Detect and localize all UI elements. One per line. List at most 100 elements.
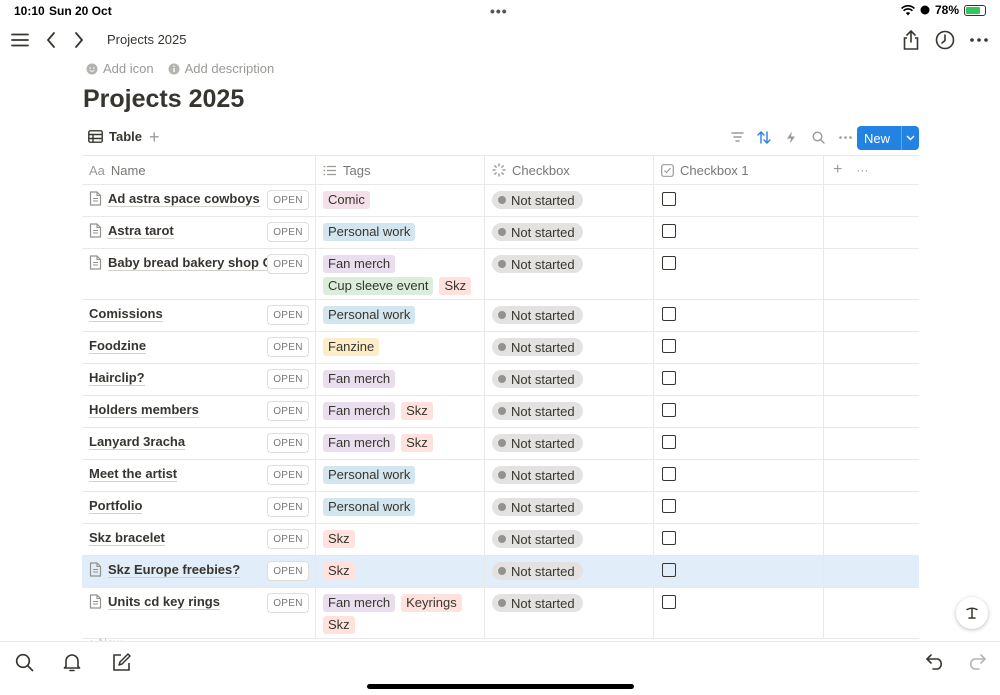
open-button[interactable]: OPEN [267, 529, 309, 549]
status-cell[interactable]: Not started [485, 185, 654, 216]
table-row[interactable]: Baby bread bakery shop CSE? OPEN Fan mer… [82, 249, 919, 300]
column-header-tags[interactable]: Tags [316, 156, 485, 184]
column-more-button[interactable]: ··· [856, 163, 868, 177]
open-button[interactable]: OPEN [267, 401, 309, 421]
column-header-checkbox[interactable]: Checkbox [485, 156, 654, 184]
status-cell[interactable]: Not started [485, 588, 654, 638]
status-cell[interactable]: Not started [485, 332, 654, 363]
add-icon-button[interactable]: Add icon [86, 61, 154, 76]
table-row[interactable]: Hairclip? OPEN Fan merch Not started [82, 364, 919, 396]
status-cell[interactable]: Not started [485, 300, 654, 331]
tags-cell[interactable]: Personal work [316, 460, 485, 491]
tags-cell[interactable]: Fan merch Keyrings Skz [316, 588, 485, 638]
search-icon[interactable] [13, 651, 35, 673]
menu-icon[interactable] [8, 28, 32, 52]
open-button[interactable]: OPEN [267, 593, 309, 613]
row-checkbox[interactable] [662, 563, 676, 577]
status-cell[interactable]: Not started [485, 249, 654, 299]
open-button[interactable]: OPEN [267, 465, 309, 485]
add-view-button[interactable]: + [149, 127, 160, 148]
share-icon[interactable] [899, 28, 923, 52]
name-cell[interactable]: Portfolio OPEN [82, 492, 316, 523]
row-checkbox[interactable] [662, 403, 676, 417]
page-title[interactable]: Projects 2025 [83, 85, 244, 114]
tags-cell[interactable]: Personal work [316, 492, 485, 523]
table-row[interactable]: Units cd key rings OPEN Fan merch Keyring… [82, 588, 919, 639]
table-row[interactable]: Comissions OPEN Personal work Not starte… [82, 300, 919, 332]
home-indicator[interactable] [367, 684, 634, 689]
name-cell[interactable]: Foodzine OPEN [82, 332, 316, 363]
open-button[interactable]: OPEN [267, 369, 309, 389]
chevron-down-icon[interactable] [902, 135, 919, 141]
name-cell[interactable]: Meet the artist OPEN [82, 460, 316, 491]
column-header-name[interactable]: Aa Name [82, 156, 316, 184]
more-options-icon[interactable] [967, 28, 991, 52]
name-cell[interactable]: Baby bread bakery shop CSE? OPEN [82, 249, 316, 299]
automation-lightning-icon[interactable] [783, 129, 799, 145]
row-checkbox[interactable] [662, 435, 676, 449]
table-row[interactable]: Lanyard 3racha OPEN Fan merch Skz Not sta… [82, 428, 919, 460]
sort-icon[interactable] [756, 129, 772, 145]
table-row[interactable]: Holders members OPEN Fan merch Skz Not st… [82, 396, 919, 428]
open-button[interactable]: OPEN [267, 561, 309, 581]
back-icon[interactable] [39, 28, 63, 52]
name-cell[interactable]: Comissions OPEN [82, 300, 316, 331]
open-button[interactable]: OPEN [267, 497, 309, 517]
redo-icon[interactable] [965, 651, 987, 673]
table-row[interactable]: Skz Europe freebies? OPEN Skz Not starte… [82, 556, 919, 588]
status-cell[interactable]: Not started [485, 217, 654, 248]
tab-table[interactable]: Table [88, 129, 142, 144]
open-button[interactable]: OPEN [267, 222, 309, 242]
column-header-checkbox-1[interactable]: Checkbox 1 [654, 156, 824, 184]
ai-assistant-button[interactable] [956, 597, 988, 629]
row-checkbox[interactable] [662, 499, 676, 513]
table-row[interactable]: Ad astra space cowboys OPEN Comic Not st… [82, 185, 919, 217]
name-cell[interactable]: Lanyard 3racha OPEN [82, 428, 316, 459]
filter-icon[interactable] [729, 129, 745, 145]
open-button[interactable]: OPEN [267, 433, 309, 453]
status-cell[interactable]: Not started [485, 364, 654, 395]
name-cell[interactable]: Ad astra space cowboys OPEN [82, 185, 316, 216]
tags-cell[interactable]: Personal work [316, 217, 485, 248]
row-checkbox[interactable] [662, 224, 676, 238]
table-row[interactable]: Meet the artist OPEN Personal work Not s… [82, 460, 919, 492]
name-cell[interactable]: Units cd key rings OPEN [82, 588, 316, 638]
add-property-button[interactable]: + [833, 161, 842, 179]
row-checkbox[interactable] [662, 339, 676, 353]
open-button[interactable]: OPEN [267, 190, 309, 210]
tags-cell[interactable]: Skz [316, 556, 485, 587]
table-row[interactable]: Astra tarot OPEN Personal work Not start… [82, 217, 919, 249]
name-cell[interactable]: Skz Europe freebies? OPEN [82, 556, 316, 587]
status-cell[interactable]: Not started [485, 492, 654, 523]
compose-icon[interactable] [110, 651, 132, 673]
name-cell[interactable]: Holders members OPEN [82, 396, 316, 427]
table-row[interactable]: Skz bracelet OPEN Skz Not started [82, 524, 919, 556]
multitasking-dots-icon[interactable]: ••• [490, 3, 508, 19]
row-checkbox[interactable] [662, 531, 676, 545]
status-cell[interactable]: Not started [485, 460, 654, 491]
history-clock-icon[interactable] [933, 28, 957, 52]
row-checkbox[interactable] [662, 256, 676, 270]
status-cell[interactable]: Not started [485, 524, 654, 555]
forward-icon[interactable] [67, 28, 91, 52]
row-checkbox[interactable] [662, 371, 676, 385]
open-button[interactable]: OPEN [267, 305, 309, 325]
table-row[interactable]: Foodzine OPEN Fanzine Not started [82, 332, 919, 364]
undo-icon[interactable] [924, 651, 946, 673]
row-checkbox[interactable] [662, 192, 676, 206]
status-cell[interactable]: Not started [485, 396, 654, 427]
row-checkbox[interactable] [662, 595, 676, 609]
tags-cell[interactable]: Fan merch Skz [316, 396, 485, 427]
bell-icon[interactable] [61, 651, 83, 673]
view-more-icon[interactable] [837, 129, 853, 145]
row-checkbox[interactable] [662, 307, 676, 321]
tags-cell[interactable]: Fan merch [316, 364, 485, 395]
tags-cell[interactable]: Fanzine [316, 332, 485, 363]
row-checkbox[interactable] [662, 467, 676, 481]
tags-cell[interactable]: Skz [316, 524, 485, 555]
tags-cell[interactable]: Comic [316, 185, 485, 216]
breadcrumb-title[interactable]: Projects 2025 [107, 32, 187, 47]
new-button[interactable]: New [857, 126, 919, 150]
open-button[interactable]: OPEN [267, 337, 309, 357]
add-description-button[interactable]: Add description [168, 61, 274, 76]
